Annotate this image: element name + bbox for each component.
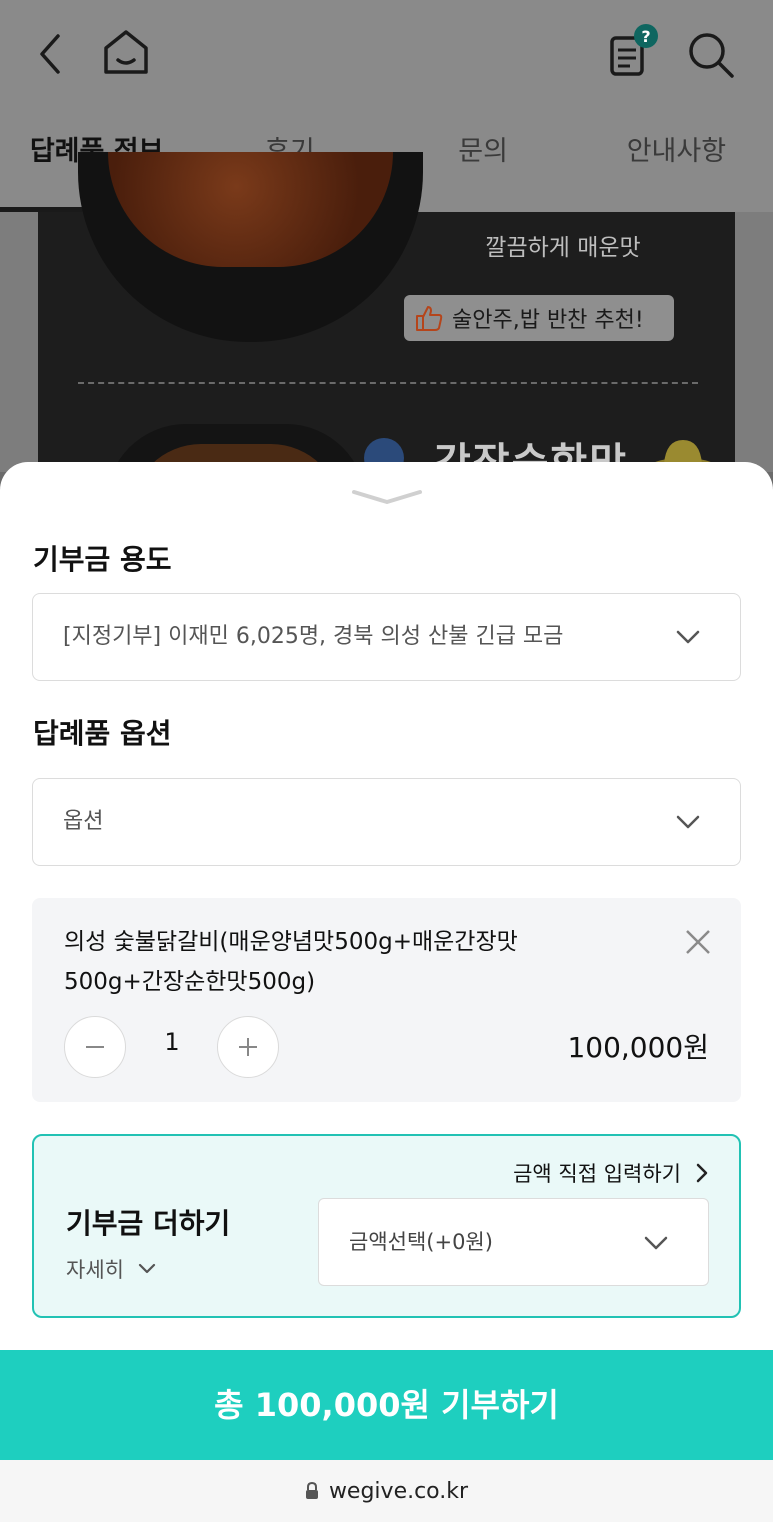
- browser-url-bar[interactable]: wegive.co.kr: [0, 1460, 773, 1522]
- donation-amount-select[interactable]: 금액선택(+0원): [318, 1198, 709, 1286]
- quantity-increase-button[interactable]: [217, 1016, 279, 1078]
- donate-button[interactable]: 총 100,000원 기부하기: [0, 1350, 773, 1460]
- direct-amount-label: 금액 직접 입력하기: [513, 1162, 681, 1186]
- notice-badge: ?: [641, 27, 650, 46]
- donation-purpose-select[interactable]: [지정기부] 이재민 6,025명, 경북 의성 산불 긴급 모금: [32, 593, 741, 681]
- promo-badge-label: 술안주,밥 반찬 추천!: [452, 308, 644, 333]
- product-detail-image: 깔끔하게 매운맛 술안주,밥 반찬 추천! 간장순한맛: [0, 152, 773, 504]
- chevron-down-icon: [644, 1236, 668, 1250]
- food-pan-image: [78, 152, 423, 342]
- add-donation-card: 금액 직접 입력하기 기부금 더하기 자세히 금액선택(+0원): [32, 1134, 741, 1318]
- selected-item-card: 의성 숯불닭갈비(매운양념맛500g+매운간장맛500g+간장순한맛500g) …: [32, 898, 741, 1102]
- add-donation-title: 기부금 더하기: [66, 1207, 231, 1240]
- promo-text: 깔끔하게 매운맛: [485, 235, 641, 261]
- selected-item-name: 의성 숯불닭갈비(매운양념맛500g+매운간장맛500g+간장순한맛500g): [64, 929, 518, 995]
- donation-purpose-title: 기부금 용도: [33, 543, 172, 576]
- back-arrow-icon[interactable]: [36, 32, 64, 76]
- thumbs-up-icon: [416, 306, 443, 331]
- detail-toggle[interactable]: 자세히: [66, 1254, 156, 1284]
- browser-url: wegive.co.kr: [328, 1478, 469, 1504]
- gift-option-select[interactable]: 옵션: [32, 778, 741, 866]
- divider: [78, 382, 698, 384]
- direct-amount-link[interactable]: 금액 직접 입력하기: [513, 1158, 709, 1188]
- sheet-collapse-handle-icon[interactable]: [350, 488, 424, 506]
- gift-option-placeholder: 옵션: [63, 809, 104, 834]
- gift-option-title: 답례품 옵션: [33, 717, 172, 750]
- plus-icon: [239, 1038, 257, 1056]
- home-icon[interactable]: [102, 28, 150, 76]
- tab-notices[interactable]: 안내사항: [580, 118, 773, 212]
- remove-item-close-icon[interactable]: [684, 928, 712, 956]
- lock-icon: [305, 1482, 318, 1499]
- donation-purpose-value: [지정기부] 이재민 6,025명, 경북 의성 산불 긴급 모금: [63, 624, 564, 649]
- item-price: 100,000원: [567, 1031, 709, 1064]
- chevron-right-icon: [696, 1163, 708, 1183]
- promo-panel: 깔끔하게 매운맛 술안주,밥 반찬 추천! 간장순한맛: [38, 152, 735, 504]
- promo-badge: 술안주,밥 반찬 추천!: [404, 295, 674, 341]
- option-bottom-sheet: 기부금 용도 [지정기부] 이재민 6,025명, 경북 의성 산불 긴급 모금…: [0, 462, 773, 1350]
- quantity-value: 1: [164, 1028, 180, 1056]
- detail-label: 자세히: [66, 1258, 124, 1282]
- quantity-decrease-button[interactable]: [64, 1016, 126, 1078]
- minus-icon: [86, 1046, 104, 1048]
- document-question-icon[interactable]: ?: [606, 24, 662, 80]
- donation-amount-value: 금액선택(+0원): [349, 1230, 493, 1254]
- chevron-down-icon: [676, 815, 700, 829]
- chevron-down-icon: [676, 630, 700, 644]
- search-icon[interactable]: [686, 30, 736, 80]
- chevron-down-icon: [138, 1263, 156, 1274]
